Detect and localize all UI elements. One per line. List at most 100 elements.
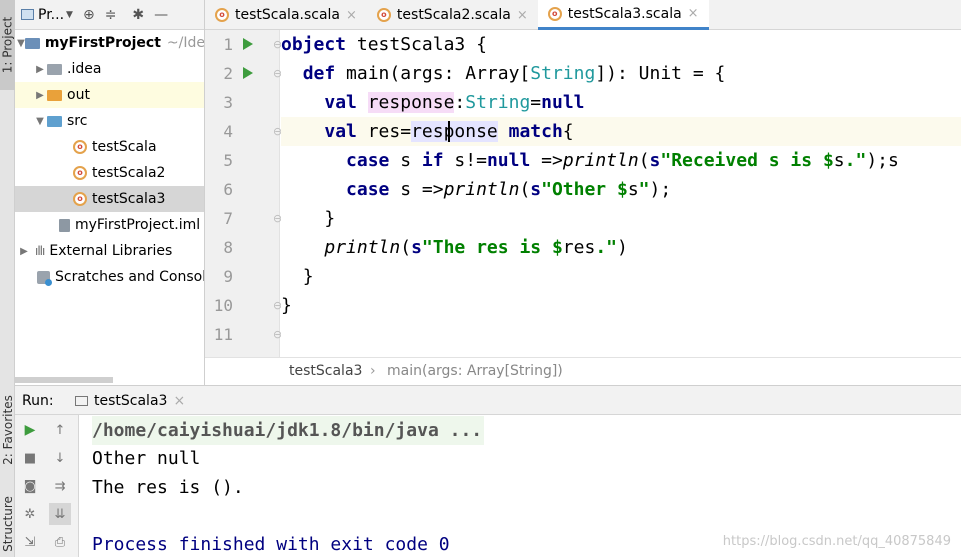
code-line-5: case s if s!=null =>println(s"Received s… <box>281 146 961 175</box>
rerun-icon[interactable]: ▶ <box>19 419 41 441</box>
tree-item-project-root[interactable]: ▼ myFirstProject ~/Ide <box>15 30 204 56</box>
code-text: ]): Unit = { <box>595 63 726 84</box>
close-icon[interactable]: × <box>173 393 185 409</box>
line-number: 7 <box>223 209 233 228</box>
code-text: ( <box>638 150 650 171</box>
run-tab-label: testScala3 <box>94 393 168 409</box>
scala-object-icon: o <box>73 140 87 154</box>
code-text: );s <box>866 150 899 171</box>
line-number: 2 <box>223 64 233 83</box>
project-tool-tab[interactable]: 1: Project <box>0 0 15 90</box>
bug-icon[interactable]: ✲ <box>19 503 41 525</box>
tree-item-scratches[interactable]: Scratches and Consoles <box>15 264 204 290</box>
folder-icon <box>47 89 62 101</box>
horizontal-scrollbar[interactable] <box>15 377 113 383</box>
up-arrow-icon[interactable]: ↑ <box>49 419 71 441</box>
console-icon <box>75 396 88 406</box>
code-string: $ <box>616 179 628 200</box>
soft-wrap-icon[interactable]: ⇉ <box>49 475 71 497</box>
expanded-arrow-icon[interactable]: ▼ <box>33 116 47 127</box>
close-icon[interactable]: × <box>346 8 357 23</box>
code-keyword: def <box>302 63 336 84</box>
exit-icon[interactable]: ⇲ <box>19 531 41 553</box>
code-text: testScala3 { <box>346 34 487 55</box>
project-view-selector[interactable]: Pr... <box>38 7 64 23</box>
code-text: s <box>627 179 639 200</box>
code-line-2: def main(args: Array[String]): Unit = { <box>281 59 961 88</box>
down-arrow-icon[interactable]: ↓ <box>49 447 71 469</box>
tab-testscala[interactable]: o testScala.scala × <box>205 0 367 30</box>
code-text: ); <box>649 179 672 200</box>
library-icon: ıllı <box>35 244 45 258</box>
code-function: println <box>443 179 520 200</box>
code-type: String <box>465 92 531 113</box>
tab-label: testScala.scala <box>235 7 341 23</box>
camera-icon[interactable]: ◙ <box>19 475 41 497</box>
code-keyword: val <box>324 92 357 113</box>
close-icon[interactable]: × <box>517 8 528 23</box>
code-keyword: case <box>346 150 390 171</box>
folder-icon <box>47 63 62 75</box>
locate-icon[interactable]: ⊕ <box>83 7 95 23</box>
expanded-arrow-icon[interactable]: ▼ <box>17 38 25 49</box>
line-number: 5 <box>223 151 233 170</box>
tree-item-testscala[interactable]: o testScala <box>15 134 204 160</box>
collapsed-arrow-icon[interactable]: ▶ <box>33 90 47 101</box>
collapse-all-icon[interactable]: ≑ <box>105 7 117 23</box>
chevron-down-icon[interactable]: ▼ <box>66 10 73 20</box>
code-editor[interactable]: object testScala3 { def main(args: Array… <box>281 30 961 357</box>
console-command-line[interactable]: /home/caiyishuai/jdk1.8/bin/java ... <box>92 416 485 445</box>
code-text: res= <box>356 121 412 142</box>
code-line-4-current: val res=response match{ <box>281 117 961 146</box>
tree-item-label: testScala <box>92 139 157 155</box>
code-keyword: null <box>486 150 531 171</box>
favorites-tool-tab[interactable]: 2: Favorites <box>0 385 15 475</box>
breadcrumb-method[interactable]: main(args: Array[String]) <box>387 363 563 379</box>
scala-object-icon: o <box>547 6 562 21</box>
code-line-6: case s =>println(s"Other $s"); <box>281 175 961 204</box>
stop-icon[interactable]: ■ <box>19 447 41 469</box>
collapsed-arrow-icon[interactable]: ▶ <box>17 246 31 257</box>
scroll-to-end-icon[interactable]: ⇊ <box>49 503 71 525</box>
tree-item-label: testScala3 <box>92 191 166 207</box>
tree-item-out[interactable]: ▶ out <box>15 82 204 108</box>
code-line-10: } <box>281 291 961 320</box>
tab-testscala3[interactable]: o testScala3.scala × <box>537 0 709 30</box>
code-text: res <box>562 237 596 258</box>
tab-testscala2[interactable]: o testScala2.scala × <box>367 0 538 30</box>
tree-item-testscala2[interactable]: o testScala2 <box>15 160 204 186</box>
run-console[interactable]: /home/caiyishuai/jdk1.8/bin/java ... Oth… <box>80 415 961 557</box>
gear-icon[interactable]: ✱ <box>132 7 144 23</box>
code-keyword: val <box>324 121 357 142</box>
run-toolbar: ▶ ↑ ■ ↓ ◙ ⇉ ✲ ⇊ ⇲ ⎙ <box>15 415 79 557</box>
code-function: println <box>324 237 401 258</box>
code-string: $ <box>551 237 563 258</box>
favorites-tool-tab-label: 2: Favorites <box>0 395 15 465</box>
structure-tool-tab[interactable]: Structure <box>0 490 15 557</box>
line-number: 9 <box>223 267 233 286</box>
close-icon[interactable]: × <box>688 6 699 21</box>
tree-item-idea[interactable]: ▶ .idea <box>15 56 204 82</box>
console-output-line: Other null <box>92 448 201 469</box>
tree-item-testscala3[interactable]: o testScala3 <box>15 186 204 212</box>
tree-item-external-libraries[interactable]: ▶ ıllı External Libraries <box>15 238 204 264</box>
hide-icon[interactable]: — <box>154 7 168 23</box>
print-icon[interactable]: ⎙ <box>49 531 71 553</box>
line-number: 8 <box>223 238 233 257</box>
text-caret <box>448 121 450 142</box>
run-gutter-icon[interactable] <box>243 67 253 79</box>
run-gutter-icon[interactable] <box>243 38 253 50</box>
editor-gutter[interactable]: 1 2 3 4 5 6 7 8 9 10 11 ⊖ ⊖ ⊖ ⊖ ⊖ ⊖ <box>205 30 282 357</box>
tab-label: testScala3.scala <box>567 5 682 22</box>
code-text: ( <box>519 179 531 200</box>
source-folder-icon <box>47 115 62 127</box>
breadcrumb-file[interactable]: testScala3 <box>289 363 362 379</box>
code-text: s <box>833 150 845 171</box>
collapsed-arrow-icon[interactable]: ▶ <box>33 64 47 75</box>
tree-item-iml[interactable]: myFirstProject.iml <box>15 212 204 238</box>
code-text: } <box>281 295 292 316</box>
tree-item-src[interactable]: ▼ src <box>15 108 204 134</box>
run-panel-header: Run: testScala3 × <box>15 385 961 415</box>
run-tab-testscala3[interactable]: testScala3 × <box>75 393 185 409</box>
code-text: = <box>530 92 542 113</box>
